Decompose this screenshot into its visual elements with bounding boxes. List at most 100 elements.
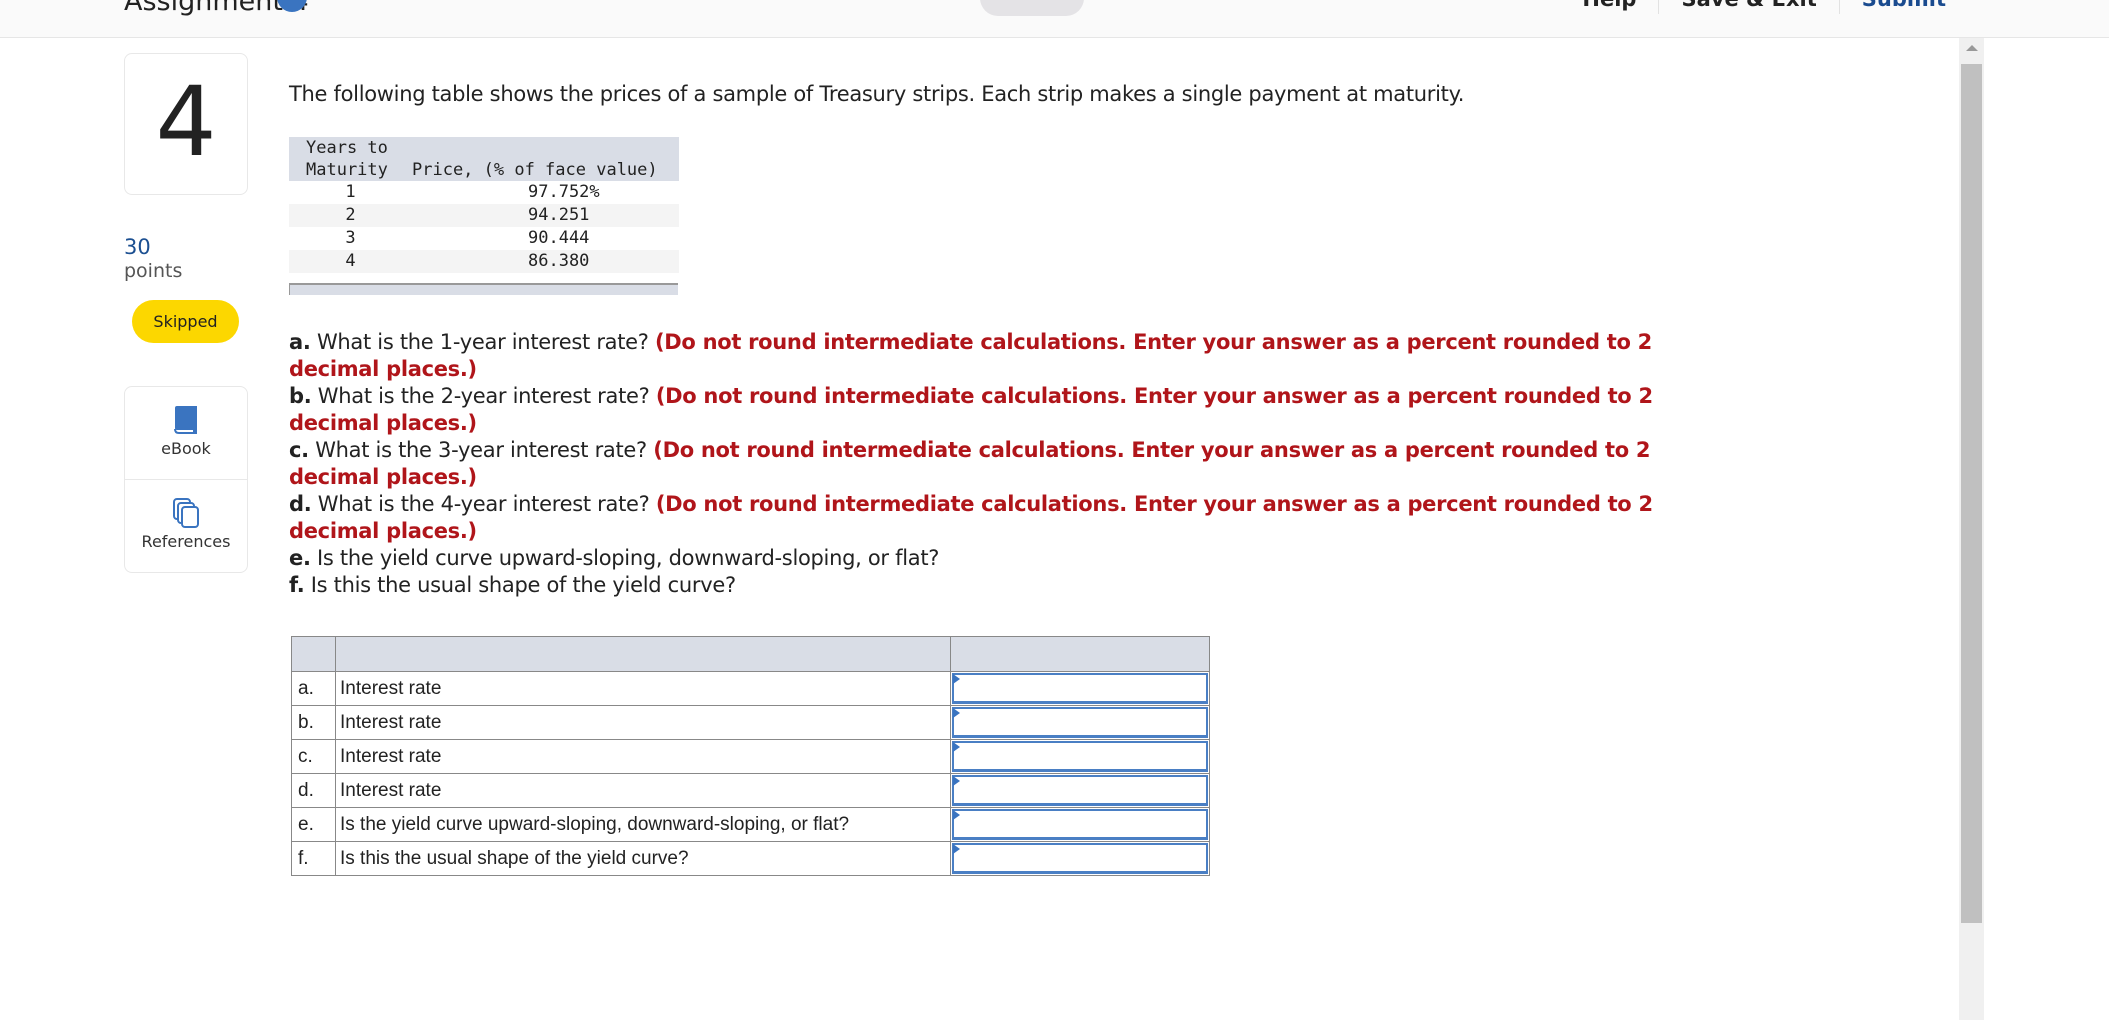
price-table-footer — [289, 283, 678, 295]
status-badge: Skipped — [132, 300, 239, 343]
part-letter: c. — [289, 438, 309, 462]
answer-table: a. Interest rate b. Interest rate c. Int… — [291, 636, 1210, 876]
table-row: f. Is this the usual shape of the yield … — [291, 841, 1210, 876]
part-text: What is the 2-year interest rate? — [311, 384, 656, 408]
row-label: Is this the usual shape of the yield cur… — [335, 841, 951, 876]
question-part-a: a. What is the 1-year interest rate? (Do… — [289, 329, 1689, 383]
price-table-header-row-1: Years to — [289, 137, 679, 159]
row-letter: a. — [291, 671, 336, 706]
submit-link[interactable]: Submit — [1838, 0, 1968, 14]
row-label: Interest rate — [335, 773, 951, 808]
copy-pages-icon — [173, 498, 199, 528]
part-text: What is the 1-year interest rate? — [310, 330, 655, 354]
row-letter: e. — [291, 807, 336, 842]
header-price: Price, (% of face value) — [412, 159, 679, 181]
points-label: points — [124, 260, 183, 282]
question-part-d: d. What is the 4-year interest rate? (Do… — [289, 491, 1689, 545]
years-cell: 3 — [345, 228, 356, 248]
answer-cell — [950, 671, 1210, 706]
flag-icon — [953, 674, 960, 684]
top-links: Help Save & Exit Submit — [1560, 0, 1968, 14]
price-table: Years to Maturity Price, (% of face valu… — [289, 137, 679, 273]
references-label: References — [141, 532, 231, 551]
question-part-c: c. What is the 3-year interest rate? (Do… — [289, 437, 1689, 491]
flag-icon — [953, 742, 960, 752]
top-bar: Assignment 4 i Saved Help Save & Exit Su… — [0, 0, 2109, 38]
part-letter: f. — [289, 573, 305, 597]
row-label: Is the yield curve upward-sloping, downw… — [335, 807, 951, 842]
answer-cell — [950, 773, 1210, 808]
answer-cell — [950, 705, 1210, 740]
ebook-label: eBook — [161, 439, 211, 458]
table-row: 4 86.380 — [289, 250, 679, 273]
flag-icon — [953, 810, 960, 820]
points-value: 30 — [124, 235, 151, 259]
header-cell — [335, 636, 951, 672]
table-row: 1 97.752% — [289, 181, 679, 204]
years-cell: 4 — [289, 250, 412, 273]
table-row: e. Is the yield curve upward-sloping, do… — [291, 807, 1210, 842]
question-parts: a. What is the 1-year interest rate? (Do… — [289, 329, 1689, 599]
question-intro: The following table shows the prices of … — [289, 82, 1465, 106]
ebook-button[interactable]: eBook — [125, 387, 247, 480]
header-blank — [412, 137, 679, 159]
references-button[interactable]: References — [125, 480, 247, 572]
part-letter: d. — [289, 492, 312, 516]
row-label: Interest rate — [335, 739, 951, 774]
row-letter: f. — [291, 841, 336, 876]
answer-input-b[interactable] — [952, 707, 1208, 738]
header-maturity: Maturity — [289, 159, 412, 181]
answer-input-a[interactable] — [952, 673, 1208, 704]
row-letter: b. — [291, 705, 336, 740]
answer-input-d[interactable] — [952, 775, 1208, 806]
price-table-header-row-2: Maturity Price, (% of face value) — [289, 159, 679, 181]
part-text: What is the 4-year interest rate? — [311, 492, 656, 516]
table-row: d. Interest rate — [291, 773, 1210, 808]
answer-cell — [950, 739, 1210, 774]
price-cell: 86.380 — [412, 250, 679, 273]
part-text: Is this the usual shape of the yield cur… — [304, 573, 736, 597]
header-years: Years to — [289, 137, 412, 159]
scroll-up-arrow-icon[interactable] — [1966, 45, 1978, 51]
question-part-f: f. Is this the usual shape of the yield … — [289, 572, 1689, 599]
answer-input-f[interactable] — [952, 843, 1208, 874]
resources-panel: eBook References — [124, 386, 248, 573]
part-text: Is the yield curve upward-sloping, downw… — [310, 546, 940, 570]
years-cell: 2 — [289, 204, 412, 227]
question-part-e: e. Is the yield curve upward-sloping, do… — [289, 545, 1689, 572]
question-part-b: b. What is the 2-year interest rate? (Do… — [289, 383, 1689, 437]
row-label: Interest rate — [335, 671, 951, 706]
years-cell: 1 — [345, 182, 356, 202]
flag-icon — [953, 776, 960, 786]
book-icon — [174, 406, 197, 434]
answer-cell — [950, 841, 1210, 876]
saved-status-badge: Saved — [980, 0, 1084, 16]
answer-input-e[interactable] — [952, 809, 1208, 840]
row-letter: c. — [291, 739, 336, 774]
price-cell: 94.251 — [412, 204, 679, 227]
row-letter: d. — [291, 773, 336, 808]
price-cell: 97.752% — [528, 182, 600, 202]
part-text: What is the 3-year interest rate? — [308, 438, 654, 462]
header-cell — [950, 636, 1210, 672]
question-number: 4 — [124, 53, 248, 195]
part-letter: e. — [289, 546, 311, 570]
table-row: b. Interest rate — [291, 705, 1210, 740]
table-row: a. Interest rate — [291, 671, 1210, 706]
help-link[interactable]: Help — [1560, 0, 1658, 14]
part-letter: a. — [289, 330, 311, 354]
header-cell — [291, 636, 336, 672]
table-row: 3 90.444 — [289, 227, 679, 250]
answer-input-c[interactable] — [952, 741, 1208, 772]
part-letter: b. — [289, 384, 312, 408]
price-cell: 90.444 — [528, 228, 590, 248]
answer-cell — [950, 807, 1210, 842]
answer-table-header — [291, 636, 1210, 672]
table-row: 2 94.251 — [289, 204, 679, 227]
flag-icon — [953, 844, 960, 854]
save-exit-link[interactable]: Save & Exit — [1658, 0, 1838, 14]
row-label: Interest rate — [335, 705, 951, 740]
table-row: c. Interest rate — [291, 739, 1210, 774]
scrollbar-thumb[interactable] — [1961, 64, 1982, 923]
flag-icon — [953, 708, 960, 718]
